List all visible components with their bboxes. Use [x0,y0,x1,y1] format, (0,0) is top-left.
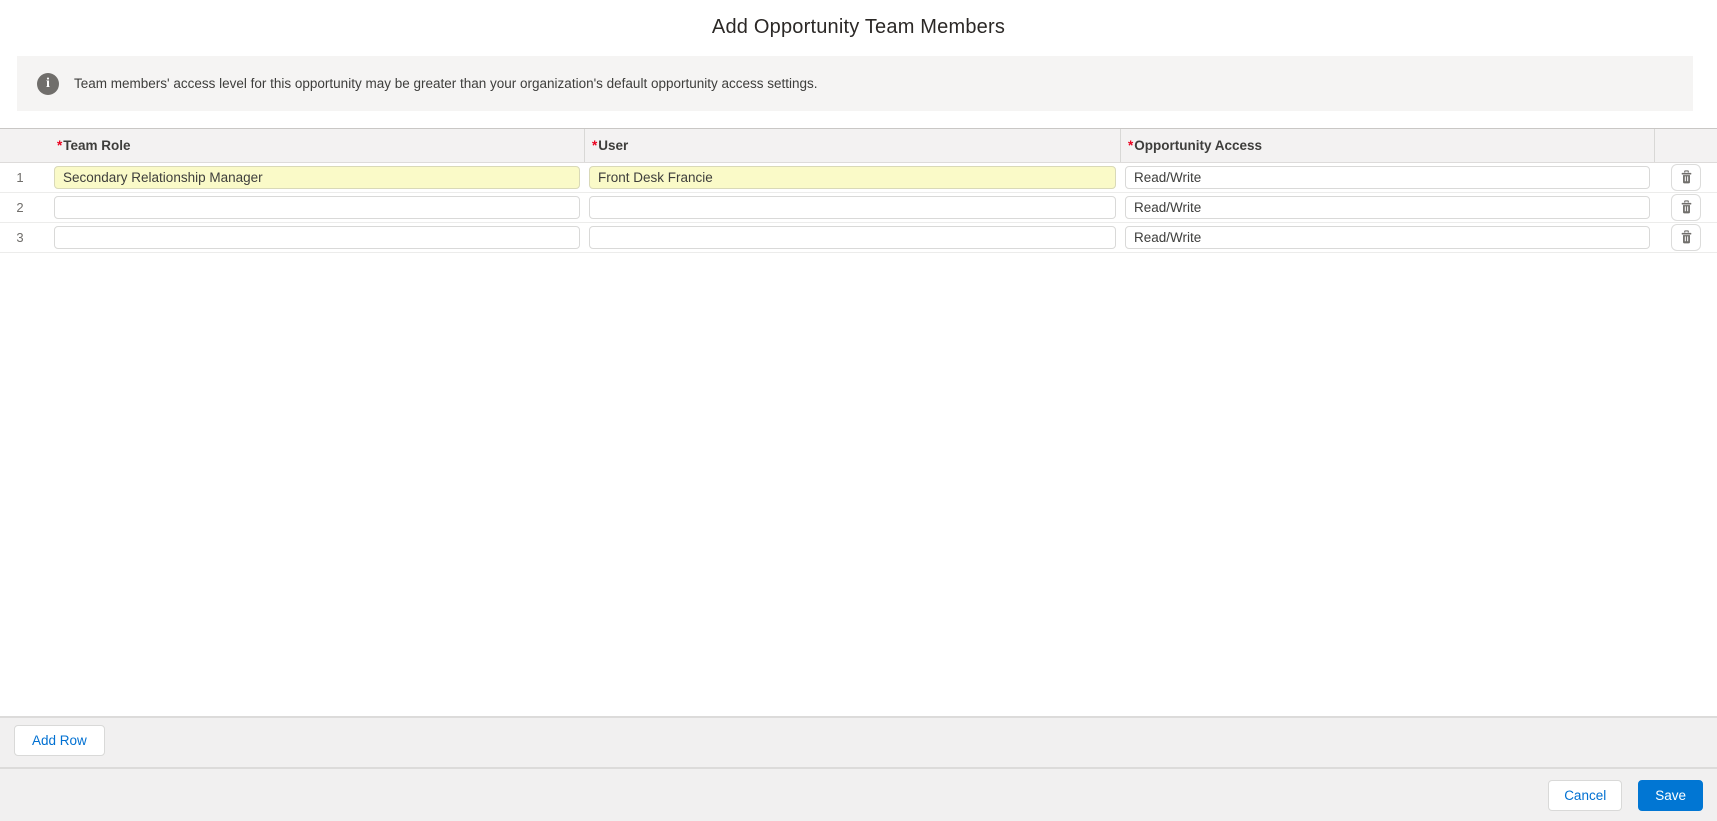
column-header-label: Team Role [63,138,131,153]
opportunity-access-cell [1121,163,1655,192]
row-number-column-header [0,129,50,162]
actions-column-header [1655,129,1717,162]
add-row-band: Add Row [0,716,1717,767]
table-row: 3 [0,223,1717,253]
column-header-label: User [598,138,629,153]
user-input[interactable] [589,196,1116,219]
trash-icon [1681,200,1691,214]
column-header-label: Opportunity Access [1134,138,1263,153]
save-button[interactable]: Save [1638,779,1703,811]
column-header-team-role: * Team Role [50,129,585,162]
footer-action-bar: Cancel Save [0,767,1717,821]
user-cell [585,163,1121,192]
required-asterisk: * [592,138,598,153]
opportunity-access-input[interactable] [1125,166,1650,189]
delete-cell [1655,193,1717,222]
table-header: * Team Role * User * Opportunity Access [0,128,1717,163]
add-opportunity-team-members-page: Add Opportunity Team Members i Team memb… [0,0,1717,821]
delete-row-button[interactable] [1671,194,1701,221]
delete-cell [1655,163,1717,192]
team-role-cell [50,223,585,252]
add-row-button[interactable]: Add Row [14,725,105,756]
page-title: Add Opportunity Team Members [711,16,1006,38]
team-role-cell [50,163,585,192]
info-banner-text: Team members' access level for this oppo… [74,76,818,91]
team-role-input[interactable] [54,226,580,249]
table-row: 2 [0,193,1717,223]
trash-icon [1681,230,1691,244]
trash-icon [1681,170,1691,184]
team-role-cell [50,193,585,222]
user-input[interactable] [589,166,1116,189]
opportunity-access-cell [1121,223,1655,252]
delete-row-button[interactable] [1671,224,1701,251]
required-asterisk: * [1128,138,1134,153]
column-header-opportunity-access: * Opportunity Access [1121,129,1655,162]
info-icon: i [37,72,59,95]
table-row: 1 [0,163,1717,193]
opportunity-access-input[interactable] [1125,226,1650,249]
delete-row-button[interactable] [1671,164,1701,191]
user-input[interactable] [589,226,1116,249]
delete-cell [1655,223,1717,252]
cancel-button[interactable]: Cancel [1548,779,1623,811]
info-banner: i Team members' access level for this op… [17,56,1693,111]
team-role-input[interactable] [54,196,580,219]
row-number: 3 [16,230,24,245]
row-number: 2 [16,200,24,215]
user-cell [585,223,1121,252]
info-icon-glyph: i [46,75,50,91]
spacer-gap [0,111,1717,128]
required-asterisk: * [57,138,63,153]
title-bar: Add Opportunity Team Members [0,0,1717,56]
user-cell [585,193,1121,222]
row-number: 1 [16,170,24,185]
team-role-input[interactable] [54,166,580,189]
opportunity-access-cell [1121,193,1655,222]
opportunity-access-input[interactable] [1125,196,1650,219]
column-header-user: * User [585,129,1121,162]
